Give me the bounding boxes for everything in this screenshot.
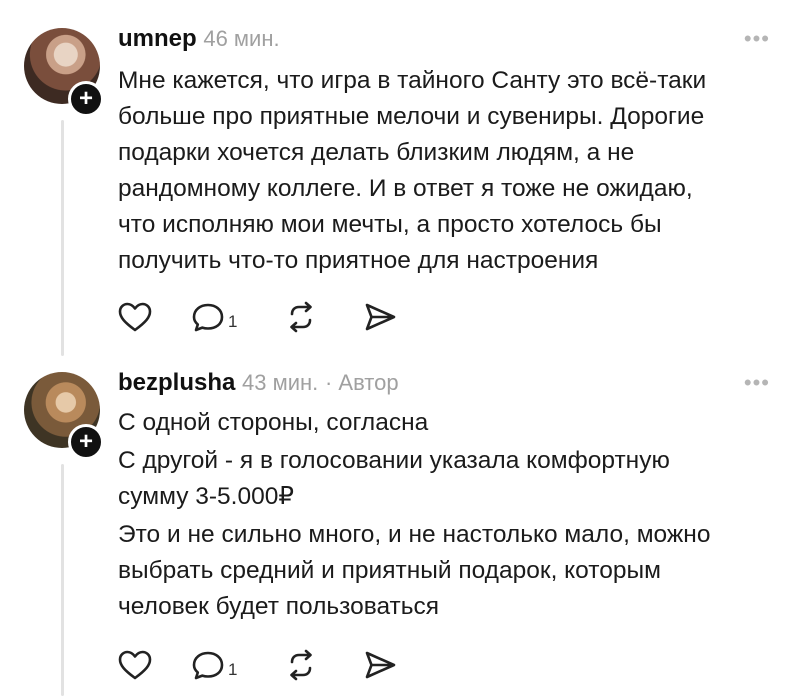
heart-icon (118, 650, 152, 680)
reply-count: 1 (228, 312, 238, 331)
comment-time: 46 мин. (203, 26, 280, 51)
comment-text: Мне кажется, что игра в тайного Санту эт… (118, 63, 778, 279)
more-options-button[interactable]: ••• (744, 370, 770, 396)
comment-line: выбрать средний и приятный подарок, кото… (118, 557, 661, 584)
repost-button[interactable] (286, 648, 316, 682)
follow-plus-button[interactable]: + (68, 424, 104, 460)
reply-button[interactable]: 1 (191, 648, 237, 682)
share-button[interactable] (363, 648, 397, 682)
comment-icon (192, 303, 224, 332)
comment-line: Мне кажется, что игра в тайного Санту эт… (118, 67, 707, 94)
repost-icon (290, 649, 312, 681)
comment-time: 43 мин. (242, 370, 319, 395)
author-name[interactable]: bezplusha (118, 369, 235, 396)
author-name[interactable]: umnep (118, 25, 197, 52)
more-options-button[interactable]: ••• (744, 26, 770, 52)
comment-line: Это и не сильно много, и не настолько ма… (118, 521, 711, 548)
share-icon (365, 651, 396, 679)
reply-count: 1 (228, 660, 238, 679)
comment-line: сумму 3-5.000₽ (118, 483, 294, 510)
comment-line: С другой - я в голосовании указала комфо… (118, 447, 670, 474)
comment-line: что исполняю мои мечты, а просто хотелос… (118, 211, 662, 238)
comment-line: получить что-то приятное для настроения (118, 247, 599, 274)
share-icon (365, 303, 396, 331)
comment-line: человек будет пользоваться (118, 593, 440, 620)
follow-plus-button[interactable]: + (68, 81, 104, 117)
comment-header: umnep 46 мин. (118, 24, 280, 54)
thread-line (61, 120, 64, 356)
comment-text: С одной стороны, согласна С другой - я в… (118, 405, 778, 625)
comment-line: подарки хочется делать близким людям, а … (118, 139, 635, 166)
like-button[interactable] (118, 648, 152, 682)
thread-line (61, 464, 64, 696)
author-tag: · Автор (324, 370, 399, 395)
comment-header: bezplusha 43 мин. · Автор (118, 368, 399, 398)
like-button[interactable] (118, 300, 152, 334)
comment-line: больше про приятные мелочи и сувениры. Д… (118, 103, 705, 130)
repost-icon (290, 301, 312, 333)
reply-button[interactable]: 1 (191, 300, 237, 334)
repost-button[interactable] (286, 300, 316, 334)
share-button[interactable] (363, 300, 397, 334)
comment-line: С одной стороны, согласна (118, 409, 429, 436)
comment-line: рандомному коллеге. И в ответ я тоже не … (118, 175, 693, 202)
comment-icon (192, 651, 224, 680)
heart-icon (118, 302, 152, 332)
